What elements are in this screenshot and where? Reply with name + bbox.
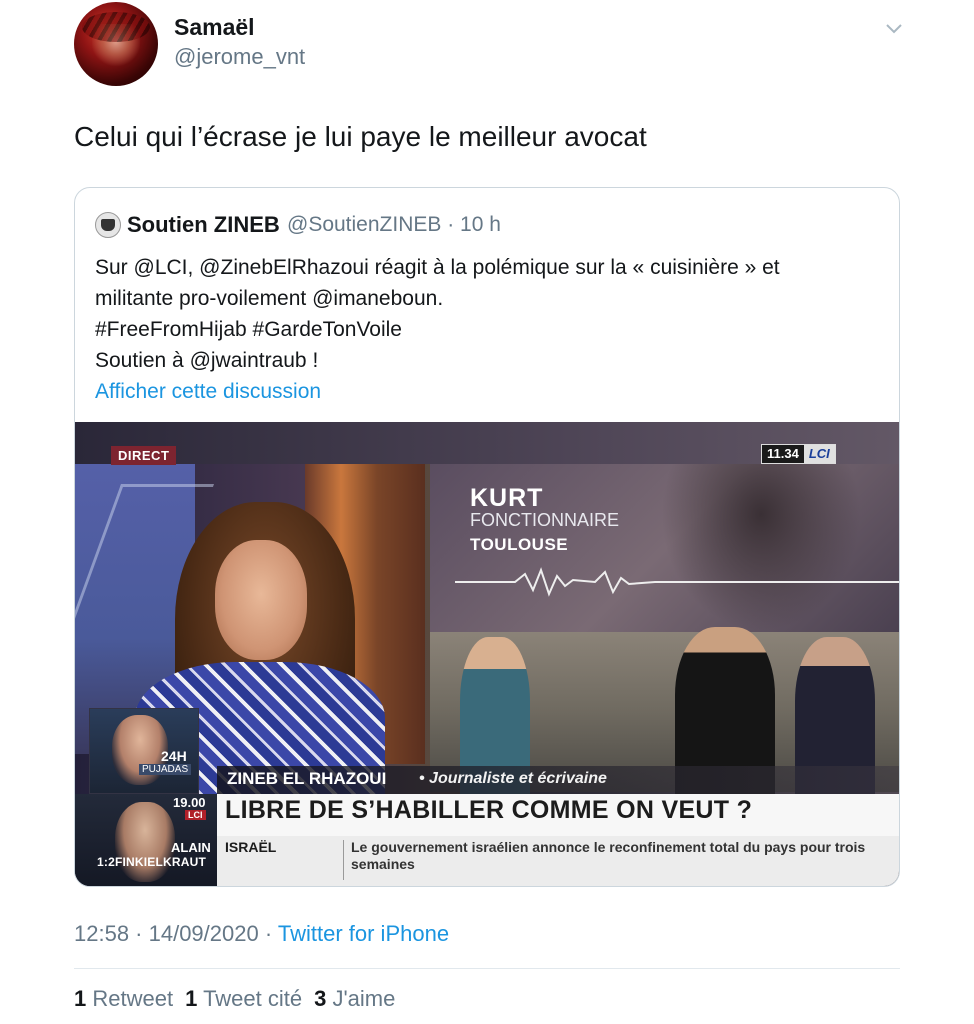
live-badge: DIRECT	[111, 446, 177, 465]
show-host-label: PUJADAS	[139, 764, 192, 775]
speaker-role: • Journaliste et écrivaine	[419, 770, 607, 787]
quoted-line: #FreeFromHijab #GardeTonVoile	[95, 318, 402, 341]
next-show-time: 19.00	[173, 795, 206, 810]
headline-banner-tip	[809, 794, 849, 836]
retweets-stat[interactable]: 1 Retweet	[74, 986, 173, 1012]
divider	[74, 968, 900, 969]
quoted-author-name: Soutien ZINEB	[127, 212, 280, 237]
guest-name: KURT	[470, 484, 544, 512]
likes-count: 3	[314, 986, 327, 1011]
quoted-tweet-text: Sur @LCI, @ZinebElRhazoui réagit à la po…	[95, 252, 885, 376]
guest-city: TOULOUSE	[470, 535, 569, 554]
author-handle[interactable]: @jerome_vnt	[174, 44, 305, 70]
quoted-author-avatar	[95, 212, 121, 238]
retweets-count: 1	[74, 986, 87, 1011]
channel-logo: LCI	[803, 445, 835, 463]
author-display-name[interactable]: Samaël	[174, 14, 255, 41]
quoted-tweet-card[interactable]: Soutien ZINEB @SoutienZINEB · 10 h Sur @…	[74, 187, 900, 887]
quoted-line: Sur @LCI, @ZinebElRhazoui réagit à la po…	[95, 256, 780, 279]
quoted-line: Soutien à @jwaintraub !	[95, 349, 319, 372]
show-thread-link[interactable]: Afficher cette discussion	[95, 380, 321, 404]
tweet-timestamp[interactable]: 12:58 · 14/09/2020 ·	[74, 921, 278, 946]
quotes-stat[interactable]: 1 Tweet cité	[185, 986, 302, 1012]
ticker-text: Le gouvernement israélien annonce le rec…	[351, 839, 866, 872]
speaker-name: ZINEB EL RHAZOUI	[227, 769, 387, 788]
quotes-label: Tweet cité	[203, 986, 303, 1011]
next-guest-last-name: 1:2FINKIELKRAUT	[97, 855, 207, 869]
quoted-line: militante pro-voilement @imaneboun.	[95, 287, 444, 310]
quoted-author-handle-time: @SoutienZINEB · 10 h	[287, 213, 501, 236]
tweet-source-link[interactable]: Twitter for iPhone	[278, 921, 449, 946]
next-guest-portrait	[115, 802, 175, 882]
retweets-label: Retweet	[92, 986, 174, 1011]
audio-waveform	[455, 567, 899, 597]
likes-label: J'aime	[332, 986, 396, 1011]
engagement-stats: 1 Retweet 1 Tweet cité 3 J'aime	[74, 986, 395, 1012]
author-avatar[interactable]	[74, 2, 158, 86]
video-player[interactable]: DIRECT 11.34 LCI KURT FONCTIONNAIRE TOUL…	[75, 422, 899, 886]
ticker-divider	[343, 840, 344, 880]
next-show-channel: LCI	[185, 810, 206, 820]
guest-job: FONCTIONNAIRE	[470, 510, 620, 530]
next-guest-first-name: ALAIN	[171, 840, 211, 855]
show-label: 24H	[161, 748, 187, 764]
chevron-down-icon[interactable]	[884, 18, 904, 38]
presenter-face	[215, 540, 307, 660]
tweet-text: Celui qui l’écrase je lui paye le meille…	[74, 121, 647, 152]
channel-clock: 11.34 LCI	[761, 444, 836, 464]
headline-text: LIBRE DE S’HABILLER COMME ON VEUT ?	[225, 796, 753, 824]
likes-stat[interactable]: 3 J'aime	[314, 986, 395, 1012]
ticker-category: ISRAËL	[225, 839, 277, 855]
quotes-count: 1	[185, 986, 198, 1011]
clock-time: 11.34	[762, 445, 804, 463]
tweet-meta: 12:58 · 14/09/2020 · Twitter for iPhone	[74, 921, 449, 947]
